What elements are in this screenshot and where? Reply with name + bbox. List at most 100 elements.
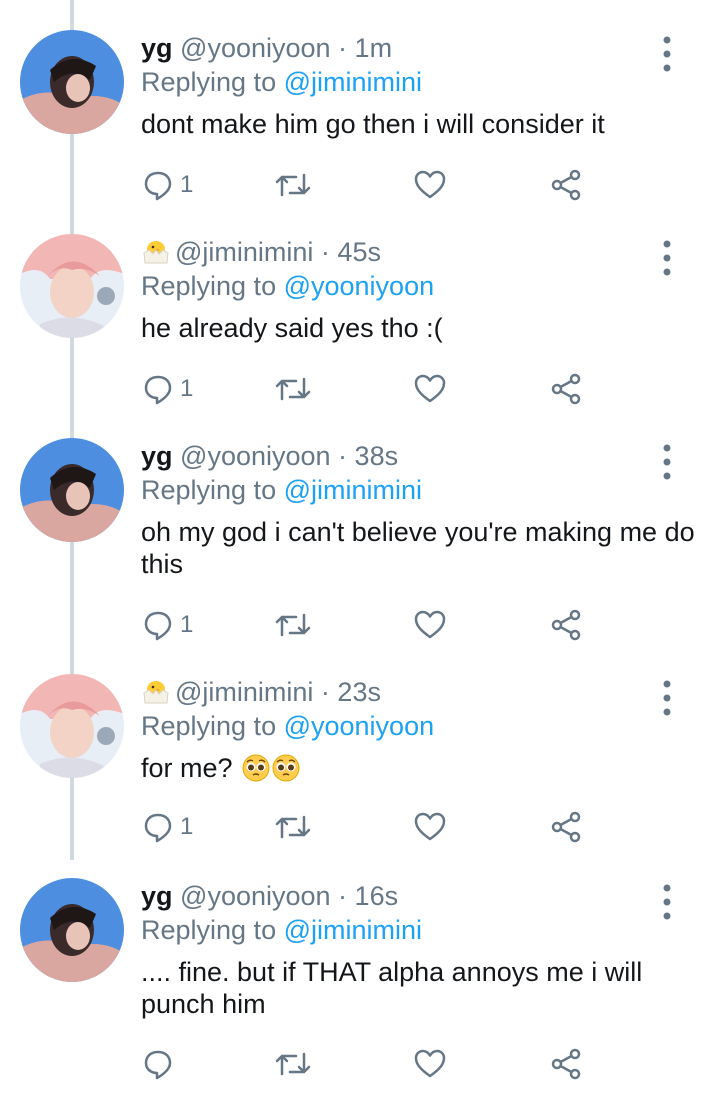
- share-button[interactable]: [550, 369, 582, 409]
- tweet-text-container: for me?: [141, 752, 701, 784]
- timestamp[interactable]: 23s: [337, 677, 381, 707]
- share-icon: [550, 811, 582, 843]
- more-options-icon[interactable]: [660, 238, 674, 278]
- handle[interactable]: @yooniyoon: [180, 33, 331, 63]
- avatar-jiminimini[interactable]: [20, 234, 124, 338]
- reply-icon: [142, 373, 174, 405]
- retweet-button[interactable]: [274, 807, 312, 847]
- display-name[interactable]: yg: [141, 441, 173, 471]
- reply-button[interactable]: 1: [142, 605, 193, 645]
- heart-icon: [414, 812, 446, 842]
- reply-button[interactable]: [142, 1044, 180, 1084]
- tweet-text: oh my god i can't believe you're making …: [141, 517, 695, 579]
- display-name[interactable]: yg: [141, 33, 173, 63]
- heart-icon: [414, 170, 446, 200]
- pleading-face-icon: [242, 754, 270, 782]
- reply-icon: [142, 1048, 174, 1080]
- like-button[interactable]: [414, 605, 446, 645]
- tweet-text: he already said yes tho :(: [141, 313, 443, 343]
- retweet-icon: [274, 373, 312, 405]
- tweet-header: @jiminimini · 45s: [141, 236, 381, 268]
- reply-icon: [142, 811, 174, 843]
- more-options-icon[interactable]: [660, 678, 674, 718]
- share-icon: [550, 169, 582, 201]
- avatar-yooniyoon[interactable]: [20, 30, 124, 134]
- share-button[interactable]: [550, 807, 582, 847]
- retweet-button[interactable]: [274, 369, 312, 409]
- handle[interactable]: @jiminimini: [175, 237, 313, 267]
- replying-label: Replying to: [141, 271, 284, 301]
- reply-count: 1: [180, 611, 194, 638]
- replying-label: Replying to: [141, 711, 284, 741]
- more-options-icon[interactable]: [660, 882, 674, 922]
- like-button[interactable]: [414, 807, 446, 847]
- replying-mention[interactable]: @jiminimini: [284, 915, 422, 945]
- timestamp[interactable]: 45s: [337, 237, 381, 267]
- handle[interactable]: @jiminimini: [175, 677, 313, 707]
- avatar-yooniyoon[interactable]: [20, 878, 124, 982]
- retweet-button[interactable]: [274, 605, 312, 645]
- like-button[interactable]: [414, 1044, 446, 1084]
- tweet-header: yg @yooniyoon · 38s: [141, 440, 398, 472]
- retweet-icon: [274, 609, 312, 641]
- replying-label: Replying to: [141, 67, 284, 97]
- separator: ·: [313, 237, 338, 267]
- action-bar: 1: [0, 605, 720, 645]
- separator: ·: [330, 441, 355, 471]
- reply-button[interactable]: 1: [142, 369, 193, 409]
- retweet-button[interactable]: [274, 1044, 312, 1084]
- handle[interactable]: @yooniyoon: [180, 441, 331, 471]
- avatar-yooniyoon[interactable]: [20, 438, 124, 542]
- handle[interactable]: @yooniyoon: [180, 881, 331, 911]
- action-bar: 1: [0, 165, 720, 205]
- timestamp[interactable]: 38s: [355, 441, 399, 471]
- replying-to: Replying to @jiminimini: [141, 474, 422, 506]
- share-button[interactable]: [550, 1044, 582, 1084]
- avatar-jiminimini[interactable]: [20, 674, 124, 778]
- replying-mention[interactable]: @jiminimini: [284, 67, 422, 97]
- more-options-icon[interactable]: [660, 442, 674, 482]
- share-icon: [550, 373, 582, 405]
- tweet-header: yg @yooniyoon · 16s: [141, 880, 398, 912]
- share-button[interactable]: [550, 165, 582, 205]
- reply-button[interactable]: 1: [142, 807, 193, 847]
- like-button[interactable]: [414, 369, 446, 409]
- replying-to: Replying to @yooniyoon: [141, 270, 434, 302]
- reply-icon: [142, 609, 174, 641]
- hatching-chick-icon: [141, 237, 171, 265]
- separator: ·: [330, 33, 355, 63]
- replying-mention[interactable]: @yooniyoon: [284, 711, 435, 741]
- share-icon: [550, 609, 582, 641]
- heart-icon: [414, 610, 446, 640]
- tweet-text: for me?: [141, 753, 233, 783]
- retweet-icon: [274, 169, 312, 201]
- replying-to: Replying to @jiminimini: [141, 66, 422, 98]
- reply-button[interactable]: 1: [142, 165, 193, 205]
- action-bar: [0, 1044, 720, 1084]
- share-icon: [550, 1048, 582, 1080]
- timestamp[interactable]: 1m: [355, 33, 393, 63]
- replying-label: Replying to: [141, 475, 284, 505]
- tweet-header: @jiminimini · 23s: [141, 676, 381, 708]
- reply-count: 1: [180, 171, 194, 198]
- tweet-text: dont make him go then i will consider it: [141, 109, 605, 139]
- replying-to: Replying to @jiminimini: [141, 914, 422, 946]
- reply-count: 1: [180, 375, 194, 402]
- action-bar: 1: [0, 807, 720, 847]
- tweet-text: .... fine. but if THAT alpha annoys me i…: [141, 957, 643, 1019]
- timestamp[interactable]: 16s: [355, 881, 399, 911]
- display-name[interactable]: yg: [141, 881, 173, 911]
- more-options-icon[interactable]: [660, 34, 674, 74]
- like-button[interactable]: [414, 165, 446, 205]
- action-bar: 1: [0, 369, 720, 409]
- separator: ·: [330, 881, 355, 911]
- hatching-chick-icon: [141, 677, 171, 705]
- replying-mention[interactable]: @yooniyoon: [284, 271, 435, 301]
- heart-icon: [414, 1049, 446, 1079]
- replying-mention[interactable]: @jiminimini: [284, 475, 422, 505]
- share-button[interactable]: [550, 605, 582, 645]
- retweet-button[interactable]: [274, 165, 312, 205]
- separator: ·: [313, 677, 338, 707]
- reply-count: 1: [180, 813, 194, 840]
- pleading-face-icon: [272, 754, 300, 782]
